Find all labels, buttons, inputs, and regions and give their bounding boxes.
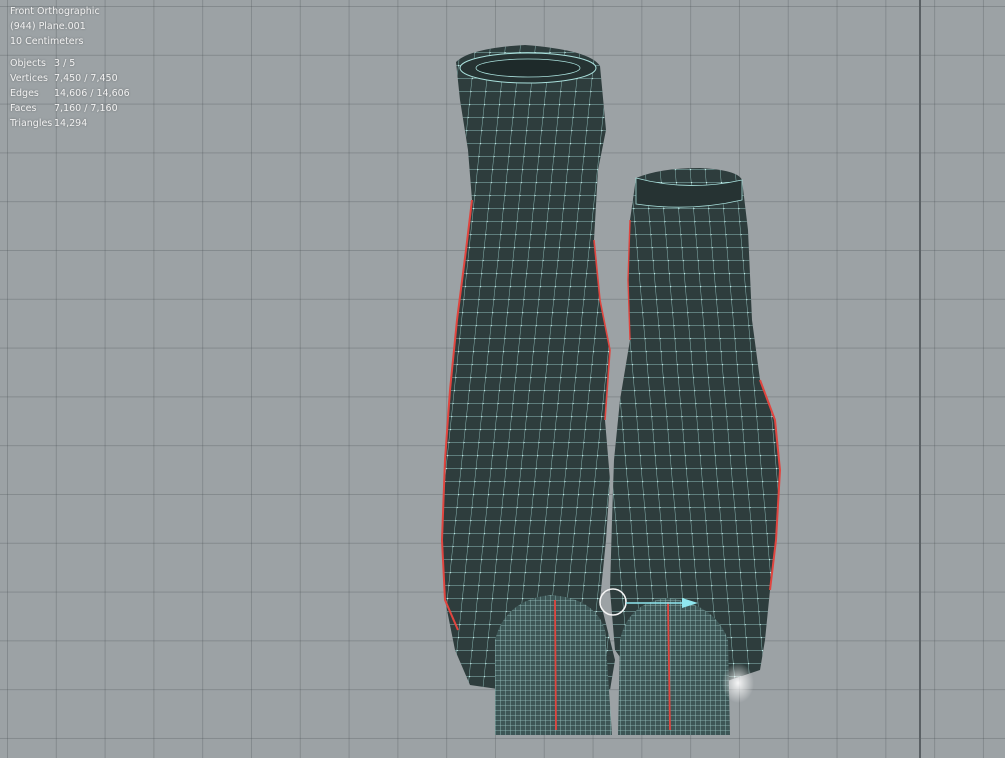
mesh-scene[interactable] bbox=[0, 0, 1005, 758]
foot-left-mesh[interactable] bbox=[495, 595, 612, 735]
boot-left-mesh[interactable] bbox=[440, 45, 615, 695]
3d-viewport[interactable]: Front Orthographic (944) Plane.001 10 Ce… bbox=[0, 0, 1005, 758]
